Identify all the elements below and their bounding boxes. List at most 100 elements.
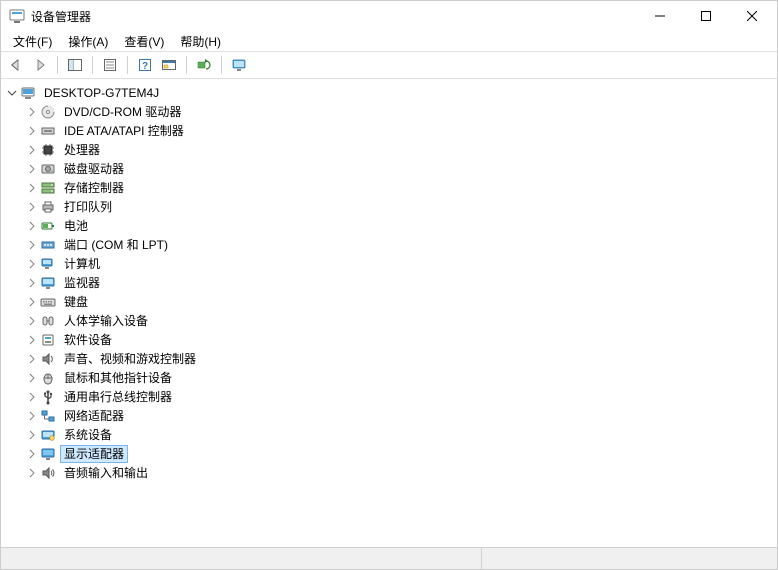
- ide-icon: [40, 123, 56, 139]
- expander-closed-icon[interactable]: [25, 314, 39, 328]
- tree-node[interactable]: 通用串行总线控制器: [21, 387, 777, 406]
- scan-hardware-button[interactable]: [158, 54, 180, 76]
- tree-node[interactable]: 存储控制器: [21, 178, 777, 197]
- port-icon: [40, 237, 56, 253]
- storage-icon: [40, 180, 56, 196]
- window-controls: [637, 1, 775, 31]
- tree-node[interactable]: DVD/CD-ROM 驱动器: [21, 102, 777, 121]
- tree-node-label: 声音、视频和游戏控制器: [60, 350, 200, 368]
- menu-file[interactable]: 文件(F): [5, 31, 60, 52]
- expander-closed-icon[interactable]: [25, 371, 39, 385]
- audio-icon: [40, 465, 56, 481]
- hid-icon: [40, 313, 56, 329]
- tree-node[interactable]: 鼠标和其他指针设备: [21, 368, 777, 387]
- expander-closed-icon[interactable]: [25, 276, 39, 290]
- tree-node[interactable]: 网络适配器: [21, 406, 777, 425]
- monitor-icon: [40, 275, 56, 291]
- tree-node-label: 显示适配器: [60, 445, 128, 463]
- device-manager-window: 设备管理器 文件(F) 操作(A) 查看(V) 帮助(H): [0, 0, 778, 570]
- tree-node[interactable]: 键盘: [21, 292, 777, 311]
- close-button[interactable]: [729, 1, 775, 31]
- expander-closed-icon[interactable]: [25, 466, 39, 480]
- expander-closed-icon[interactable]: [25, 105, 39, 119]
- tree-node[interactable]: 处理器: [21, 140, 777, 159]
- usb-icon: [40, 389, 56, 405]
- tree-node-label: 监视器: [60, 274, 104, 292]
- computer-icon: [40, 256, 56, 272]
- tree-node-label: 端口 (COM 和 LPT): [60, 236, 172, 254]
- menubar: 文件(F) 操作(A) 查看(V) 帮助(H): [1, 31, 777, 51]
- tree-node[interactable]: 音频输入和输出: [21, 463, 777, 482]
- software-icon: [40, 332, 56, 348]
- expander-closed-icon[interactable]: [25, 352, 39, 366]
- tree-node[interactable]: 计算机: [21, 254, 777, 273]
- tree-root-node[interactable]: DESKTOP-G7TEM4J: [1, 83, 777, 102]
- expander-closed-icon[interactable]: [25, 447, 39, 461]
- battery-icon: [40, 218, 56, 234]
- tree-node[interactable]: 磁盘驱动器: [21, 159, 777, 178]
- minimize-button[interactable]: [637, 1, 683, 31]
- tree-node[interactable]: 电池: [21, 216, 777, 235]
- monitor-button[interactable]: [228, 54, 250, 76]
- expander-closed-icon[interactable]: [25, 219, 39, 233]
- tree-node-label: IDE ATA/ATAPI 控制器: [60, 122, 188, 140]
- tree-node[interactable]: IDE ATA/ATAPI 控制器: [21, 121, 777, 140]
- display-icon: [40, 446, 56, 462]
- tree-node[interactable]: 显示适配器: [21, 444, 777, 463]
- status-segment: [482, 548, 777, 569]
- expander-closed-icon[interactable]: [25, 162, 39, 176]
- expander-closed-icon[interactable]: [25, 409, 39, 423]
- tree-node-label: 鼠标和其他指针设备: [60, 369, 176, 387]
- svg-text:?: ?: [142, 61, 148, 72]
- tree-node-label: 网络适配器: [60, 407, 128, 425]
- tree-node[interactable]: 系统设备: [21, 425, 777, 444]
- menu-help[interactable]: 帮助(H): [172, 31, 229, 52]
- statusbar: [1, 547, 777, 569]
- tree-node-label: 打印队列: [60, 198, 116, 216]
- help-button[interactable]: ?: [134, 54, 156, 76]
- maximize-button[interactable]: [683, 1, 729, 31]
- separator: [221, 56, 222, 74]
- tree-node-label: 软件设备: [60, 331, 116, 349]
- show-hide-tree-button[interactable]: [64, 54, 86, 76]
- tree-node-label: 系统设备: [60, 426, 116, 444]
- expander-closed-icon[interactable]: [25, 200, 39, 214]
- separator: [92, 56, 93, 74]
- tree-node-label: 通用串行总线控制器: [60, 388, 176, 406]
- expander-closed-icon[interactable]: [25, 143, 39, 157]
- device-tree[interactable]: DESKTOP-G7TEM4J DVD/CD-ROM 驱动器IDE ATA/AT…: [1, 79, 777, 547]
- menu-view[interactable]: 查看(V): [116, 31, 172, 52]
- sound-icon: [40, 351, 56, 367]
- tree-node[interactable]: 软件设备: [21, 330, 777, 349]
- expander-closed-icon[interactable]: [25, 257, 39, 271]
- properties-button[interactable]: [99, 54, 121, 76]
- tree-node[interactable]: 端口 (COM 和 LPT): [21, 235, 777, 254]
- tree-node[interactable]: 监视器: [21, 273, 777, 292]
- window-title: 设备管理器: [31, 8, 637, 25]
- tree-node-label: 电池: [60, 217, 92, 235]
- menu-action[interactable]: 操作(A): [60, 31, 116, 52]
- expander-closed-icon[interactable]: [25, 124, 39, 138]
- separator: [127, 56, 128, 74]
- tree-node[interactable]: 声音、视频和游戏控制器: [21, 349, 777, 368]
- computer-icon: [20, 85, 36, 101]
- tree-node[interactable]: 打印队列: [21, 197, 777, 216]
- separator: [186, 56, 187, 74]
- expander-closed-icon[interactable]: [25, 333, 39, 347]
- expander-open-icon[interactable]: [5, 86, 19, 100]
- system-icon: [40, 427, 56, 443]
- tree-node-label: 磁盘驱动器: [60, 160, 128, 178]
- expander-closed-icon[interactable]: [25, 295, 39, 309]
- update-driver-button[interactable]: [193, 54, 215, 76]
- tree-node-label: 存储控制器: [60, 179, 128, 197]
- expander-closed-icon[interactable]: [25, 390, 39, 404]
- tree-node[interactable]: 人体学输入设备: [21, 311, 777, 330]
- expander-closed-icon[interactable]: [25, 428, 39, 442]
- expander-closed-icon[interactable]: [25, 238, 39, 252]
- expander-closed-icon[interactable]: [25, 181, 39, 195]
- cpu-icon: [40, 142, 56, 158]
- network-icon: [40, 408, 56, 424]
- back-button[interactable]: [5, 54, 27, 76]
- keyboard-icon: [40, 294, 56, 310]
- forward-button[interactable]: [29, 54, 51, 76]
